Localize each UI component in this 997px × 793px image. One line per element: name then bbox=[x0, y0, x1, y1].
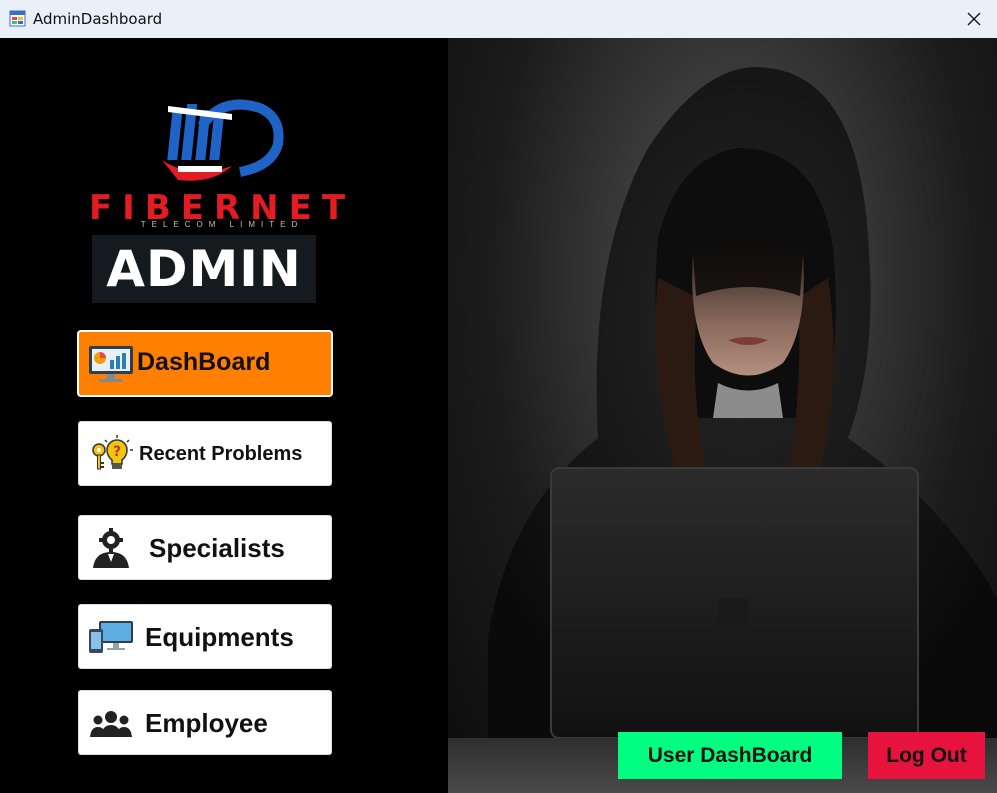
sidebar: FIBERNET TELECOM LIMITED ADMIN bbox=[0, 38, 448, 793]
title-bar: AdminDashboard bbox=[0, 0, 997, 39]
app-form-icon bbox=[9, 10, 26, 27]
nav-specialists-label: Specialists bbox=[149, 533, 285, 563]
log-out-button[interactable]: Log Out bbox=[868, 732, 985, 779]
hooded-figure-illustration bbox=[448, 67, 997, 793]
nav-employee-label: Employee bbox=[145, 708, 268, 738]
logo-subtitle: TELECOM LIMITED bbox=[140, 220, 304, 229]
specialist-gear-person-icon bbox=[93, 528, 129, 568]
logo-emblem bbox=[162, 99, 284, 181]
close-icon bbox=[967, 12, 981, 26]
nav-dashboard-label: DashBoard bbox=[137, 348, 271, 376]
nav-dashboard-button[interactable]: DashBoard bbox=[79, 332, 331, 395]
key-lightbulb-icon: ? bbox=[92, 435, 133, 470]
devices-icon bbox=[89, 621, 133, 653]
window-title: AdminDashboard bbox=[33, 10, 163, 28]
nav-equipments-button[interactable]: Equipments bbox=[79, 605, 331, 668]
close-button[interactable] bbox=[951, 0, 997, 38]
nav-recent-problems-button[interactable]: ? Recent Problems bbox=[79, 422, 331, 485]
hero-image-hooded-person-laptop bbox=[448, 38, 997, 793]
admin-dashboard-window: AdminDashboard FIBERNET TELECOM LIMITED bbox=[0, 0, 997, 793]
nav-employee-button[interactable]: Employee bbox=[79, 691, 331, 754]
nav-equipments-label: Equipments bbox=[145, 622, 294, 652]
company-logo: FIBERNET TELECOM LIMITED bbox=[82, 96, 362, 236]
admin-badge: ADMIN bbox=[92, 235, 316, 303]
user-dashboard-button[interactable]: User DashBoard bbox=[618, 732, 842, 779]
admin-badge-text: ADMIN bbox=[106, 240, 302, 298]
nav-recent-problems-label: Recent Problems bbox=[139, 443, 303, 465]
dashboard-monitor-icon bbox=[89, 346, 133, 382]
group-people-icon bbox=[90, 711, 132, 737]
svg-text:?: ? bbox=[113, 444, 121, 460]
nav-specialists-button[interactable]: Specialists bbox=[79, 516, 331, 579]
